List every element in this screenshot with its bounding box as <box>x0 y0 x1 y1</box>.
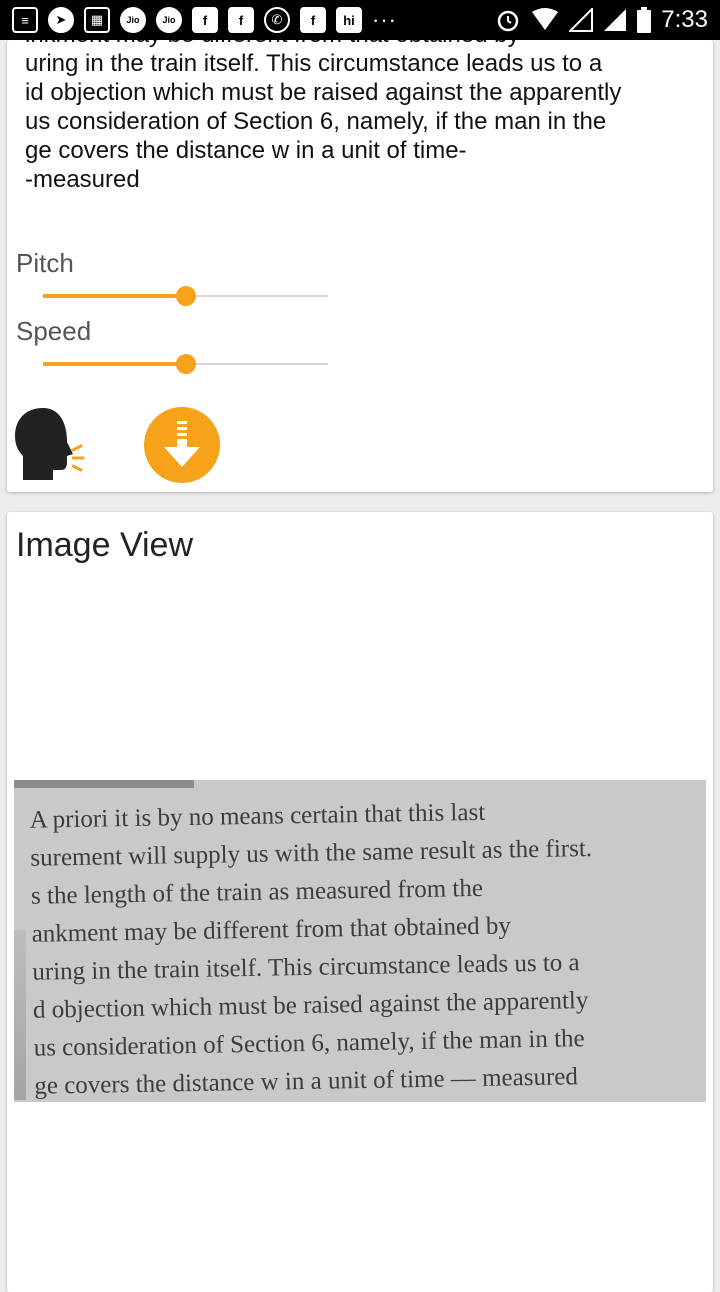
speed-thumb[interactable] <box>175 354 196 374</box>
speed-fill <box>43 362 186 366</box>
notification-icons: ≡ ➤ ▦ Jio Jio f f ✆ f hi ··· <box>12 7 495 33</box>
system-icons: 7:33 <box>495 6 708 34</box>
jio-icon: Jio <box>120 7 146 33</box>
calendar-icon: ▦ <box>84 7 110 33</box>
whatsapp-icon: ✆ <box>264 7 290 33</box>
clock: 7:33 <box>661 6 708 33</box>
pitch-slider[interactable] <box>43 284 328 308</box>
battery-icon <box>637 7 652 33</box>
pitch-label: Pitch <box>16 248 74 278</box>
pitch-thumb[interactable] <box>175 286 196 306</box>
image-view-title: Image View <box>16 526 194 564</box>
speed-label: Speed <box>16 316 92 346</box>
captured-image: A priori it is by no means certain that … <box>14 780 706 1102</box>
jio-label: Jio <box>126 15 140 25</box>
speaking-head-icon <box>15 408 85 480</box>
more-icon: ··· <box>372 7 397 32</box>
facebook-icon: f <box>192 7 218 33</box>
image-view-card: Image View A priori it is by no means ce… <box>7 512 713 1292</box>
pitch-fill <box>43 294 186 298</box>
recognized-text: inkment may be different from that obtai… <box>25 40 622 193</box>
signal-icon <box>569 8 594 32</box>
facebook-label: f <box>202 12 208 28</box>
photo-page-edge <box>14 930 26 1100</box>
status-bar: ≡ ➤ ▦ Jio Jio f f ✆ f hi ··· 7:33 <box>0 0 720 40</box>
hike-icon: hi <box>336 7 362 33</box>
photo-text: A priori it is by no means certain that … <box>29 798 593 1100</box>
facebook-icon: f <box>300 7 326 33</box>
signal-icon <box>604 9 627 31</box>
telegram-icon: ➤ <box>48 7 74 33</box>
jio-label: Jio <box>162 15 176 25</box>
facebook-label: f <box>238 12 244 28</box>
news-icon: ≡ <box>12 7 38 33</box>
speed-slider[interactable] <box>43 352 328 376</box>
jio-icon: Jio <box>156 7 182 33</box>
speak-button[interactable] <box>13 406 85 482</box>
alarm-icon <box>498 10 519 32</box>
download-icon <box>164 421 200 467</box>
facebook-label: f <box>310 12 316 28</box>
facebook-icon: f <box>228 7 254 33</box>
download-button[interactable] <box>144 407 220 483</box>
wifi-icon <box>532 8 559 30</box>
text-to-speech-card: inkment may be different from that obtai… <box>7 40 713 492</box>
hike-label: hi <box>343 12 355 28</box>
photo-cutoff-line <box>14 780 194 788</box>
